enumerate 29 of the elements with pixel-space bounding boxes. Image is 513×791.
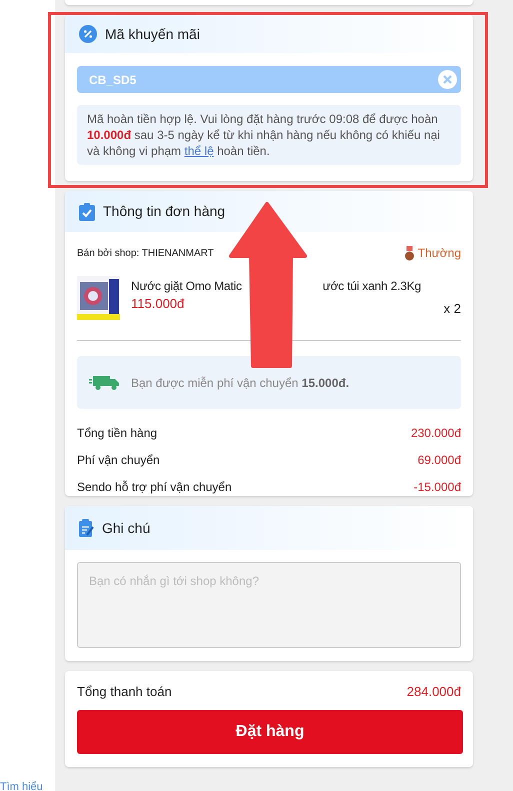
- section-title: Mã khuyến mãi: [105, 24, 200, 44]
- total-value: 284.000đ: [406, 684, 461, 700]
- free-shipping-text: Bạn được miễn phí vận chuyển 15.000đ.: [131, 374, 350, 392]
- note-field[interactable]: Bạn có nhắn gì tới shop không?: [77, 562, 461, 648]
- clipboard-check-icon: [79, 202, 95, 220]
- summary-label: Sendo hỗ trợ phí vận chuyển: [77, 479, 232, 495]
- product-price: 115.000đ: [131, 295, 184, 313]
- learn-more-link[interactable]: Tìm hiểu: [0, 780, 43, 791]
- seller-name: Bán bởi shop: THIENANMART: [77, 246, 214, 260]
- summary-value: 230.000đ: [410, 425, 461, 441]
- quantity: x 2: [444, 300, 461, 318]
- summary-value: 69.000đ: [418, 452, 461, 468]
- section-title: Thông tin đơn hàng: [103, 202, 226, 221]
- summary-label: Tổng tiền hàng: [77, 425, 158, 441]
- section-title: Ghi chú: [102, 518, 150, 538]
- place-order-button[interactable]: Đặt hàng: [77, 710, 463, 754]
- refund-notice: Mã hoàn tiền hợp lệ. Vui lòng đặt hàng trước 09:08 để được hoàn 10.000đ sau 3-5 ngày kể từ khi nhận hàng nếu không có khiếu nại và không vi phạm thể lệ hoàn tiền.: [77, 105, 461, 165]
- total-label: Tổng thanh toán: [77, 684, 172, 700]
- discount-icon: [79, 25, 97, 43]
- delivery-truck-icon: [89, 376, 119, 390]
- summary-value: -15.000đ: [414, 479, 461, 495]
- summary-label: Phí vận chuyển: [77, 452, 160, 468]
- terms-link[interactable]: thể lệ: [184, 144, 214, 158]
- medal-icon: [405, 246, 414, 260]
- product-name: Nước giặt Omo Matic: [131, 278, 242, 294]
- tier-label: Thường: [418, 245, 461, 262]
- product-name: ước túi xanh 2.3Kg: [322, 278, 421, 294]
- clear-button[interactable]: [438, 70, 457, 89]
- notepad-icon: [79, 519, 94, 537]
